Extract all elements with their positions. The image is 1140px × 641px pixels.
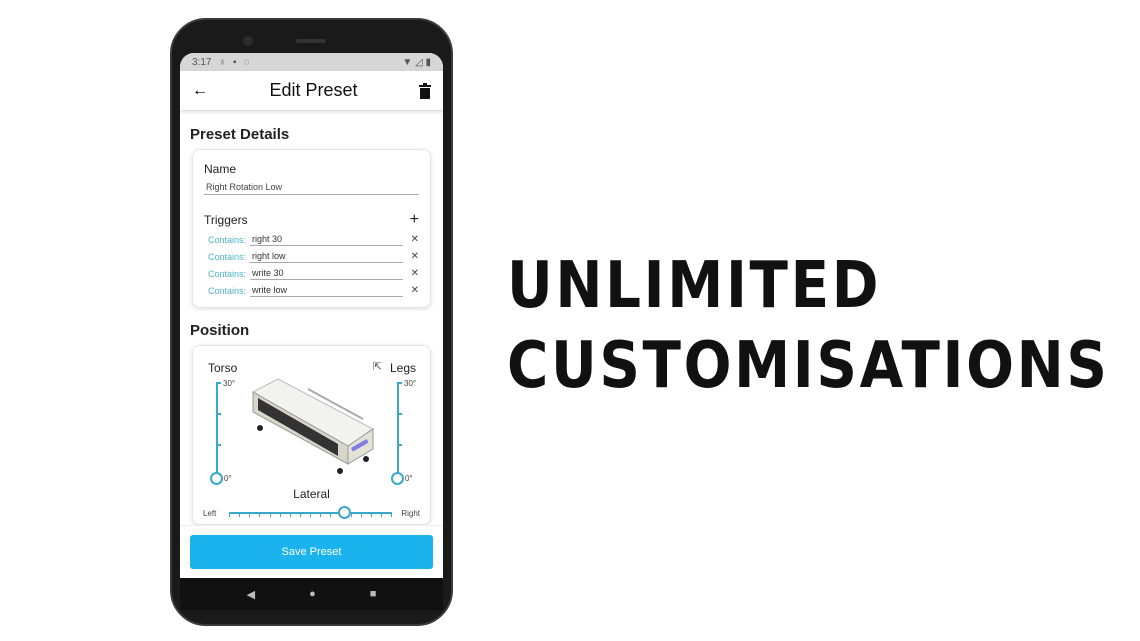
phone-screen: 3:17 ♁ ▪ ◌ ▼ ◿ ▮ ← Edit Preset Preset Detai… [180,53,443,610]
trigger-type[interactable]: Contains: [208,286,250,296]
lateral-tick [249,512,251,517]
lateral-left-label: Left [203,509,217,518]
lateral-tick [299,512,301,517]
lateral-tick [279,512,281,517]
torso-min: 0° [224,474,232,483]
mouse-cursor-icon: ⇱ [372,361,382,373]
camera [243,36,253,46]
battery-icon: ▮ [425,56,431,68]
legs-label: Legs [389,361,416,375]
headline-line-1: UNLIMITED [507,249,882,323]
lateral-tick [370,512,372,517]
torso-slider[interactable] [216,382,221,478]
torso-label: Torso [208,361,238,375]
notification-icon: ♁ [218,56,226,68]
trigger-type[interactable]: Contains: [208,269,250,279]
lateral-tick [229,512,230,517]
back-arrow-icon[interactable]: ← [192,82,208,100]
recents-nav-icon[interactable]: ■ [370,588,377,600]
torso-slider-thumb[interactable] [210,472,223,485]
name-input[interactable]: Right Rotation Low [204,180,419,195]
lateral-tick [289,512,291,517]
lateral-tick [320,512,322,517]
remove-trigger-icon[interactable]: ✕ [403,285,419,296]
trash-icon[interactable] [418,82,431,99]
triggers-label: Triggers [204,213,248,227]
headline-line-2: CUSTOMISATIONS [507,329,1110,403]
lateral-tick [380,512,382,517]
hospital-bed-image [251,378,374,474]
name-label: Name [204,162,237,176]
section-heading: Preset Details [190,126,290,143]
legs-min: 0° [405,474,413,483]
lateral-slider[interactable] [229,506,392,519]
legs-slider-thumb[interactable] [391,472,404,485]
legs-slider[interactable] [397,382,402,478]
torso-max: 30° [223,379,236,388]
save-preset-button[interactable]: Save Preset [190,535,433,569]
lateral-tick [259,512,261,517]
back-nav-icon[interactable]: ◀ [247,588,255,601]
legs-max: 30° [404,379,417,388]
lateral-tick [330,512,332,517]
trigger-input[interactable]: right 30 [250,233,403,246]
notification-icon: ◌ [243,56,250,68]
sd-card-icon: ▪ [232,56,237,68]
speaker [296,39,326,43]
trigger-row: Contains: right 30 ✕ [204,233,419,246]
trigger-row: Contains: right low ✕ [204,250,419,263]
remove-trigger-icon[interactable]: ✕ [403,268,419,279]
trigger-input[interactable]: right low [250,250,403,263]
remove-trigger-icon[interactable]: ✕ [403,234,419,245]
remove-trigger-icon[interactable]: ✕ [403,251,419,262]
preset-details-card: Name Right Rotation Low Triggers + Conta… [192,149,431,308]
home-nav-icon[interactable]: ● [309,588,316,600]
lateral-slider-thumb[interactable] [338,506,352,519]
lateral-tick [391,512,392,517]
trigger-input[interactable]: write 30 [250,267,403,280]
trigger-row: Contains: write low ✕ [204,284,419,297]
wifi-icon: ▼ [402,56,413,68]
footer: Save Preset [180,525,443,578]
lateral-right-label: Right [401,509,420,518]
trigger-input[interactable]: write low [250,284,403,297]
page-title: Edit Preset [269,80,358,100]
status-time: 3:17 [192,56,212,68]
trigger-row: Contains: write 30 ✕ [204,267,419,280]
status-bar: 3:17 ♁ ▪ ◌ ▼ ◿ ▮ [180,53,443,71]
add-trigger-icon[interactable]: + [410,211,419,229]
lateral-label: Lateral [293,487,330,501]
lateral-tick [269,512,271,517]
position-card: Torso Legs ⇱ 30° 0° 30° 0° Lateral Left … [192,345,431,525]
signal-icon: ◿ [415,56,423,68]
trigger-type[interactable]: Contains: [208,252,250,262]
lateral-tick [310,512,311,517]
headline: UNLIMITED CUSTOMISATIONS [507,246,1110,406]
android-nav-bar: ◀ ● ■ [180,578,443,610]
app-bar: ← Edit Preset [180,71,443,110]
trigger-type[interactable]: Contains: [208,235,250,245]
section-heading: Position [190,322,250,339]
lateral-tick [239,512,241,517]
lateral-tick [360,512,362,517]
